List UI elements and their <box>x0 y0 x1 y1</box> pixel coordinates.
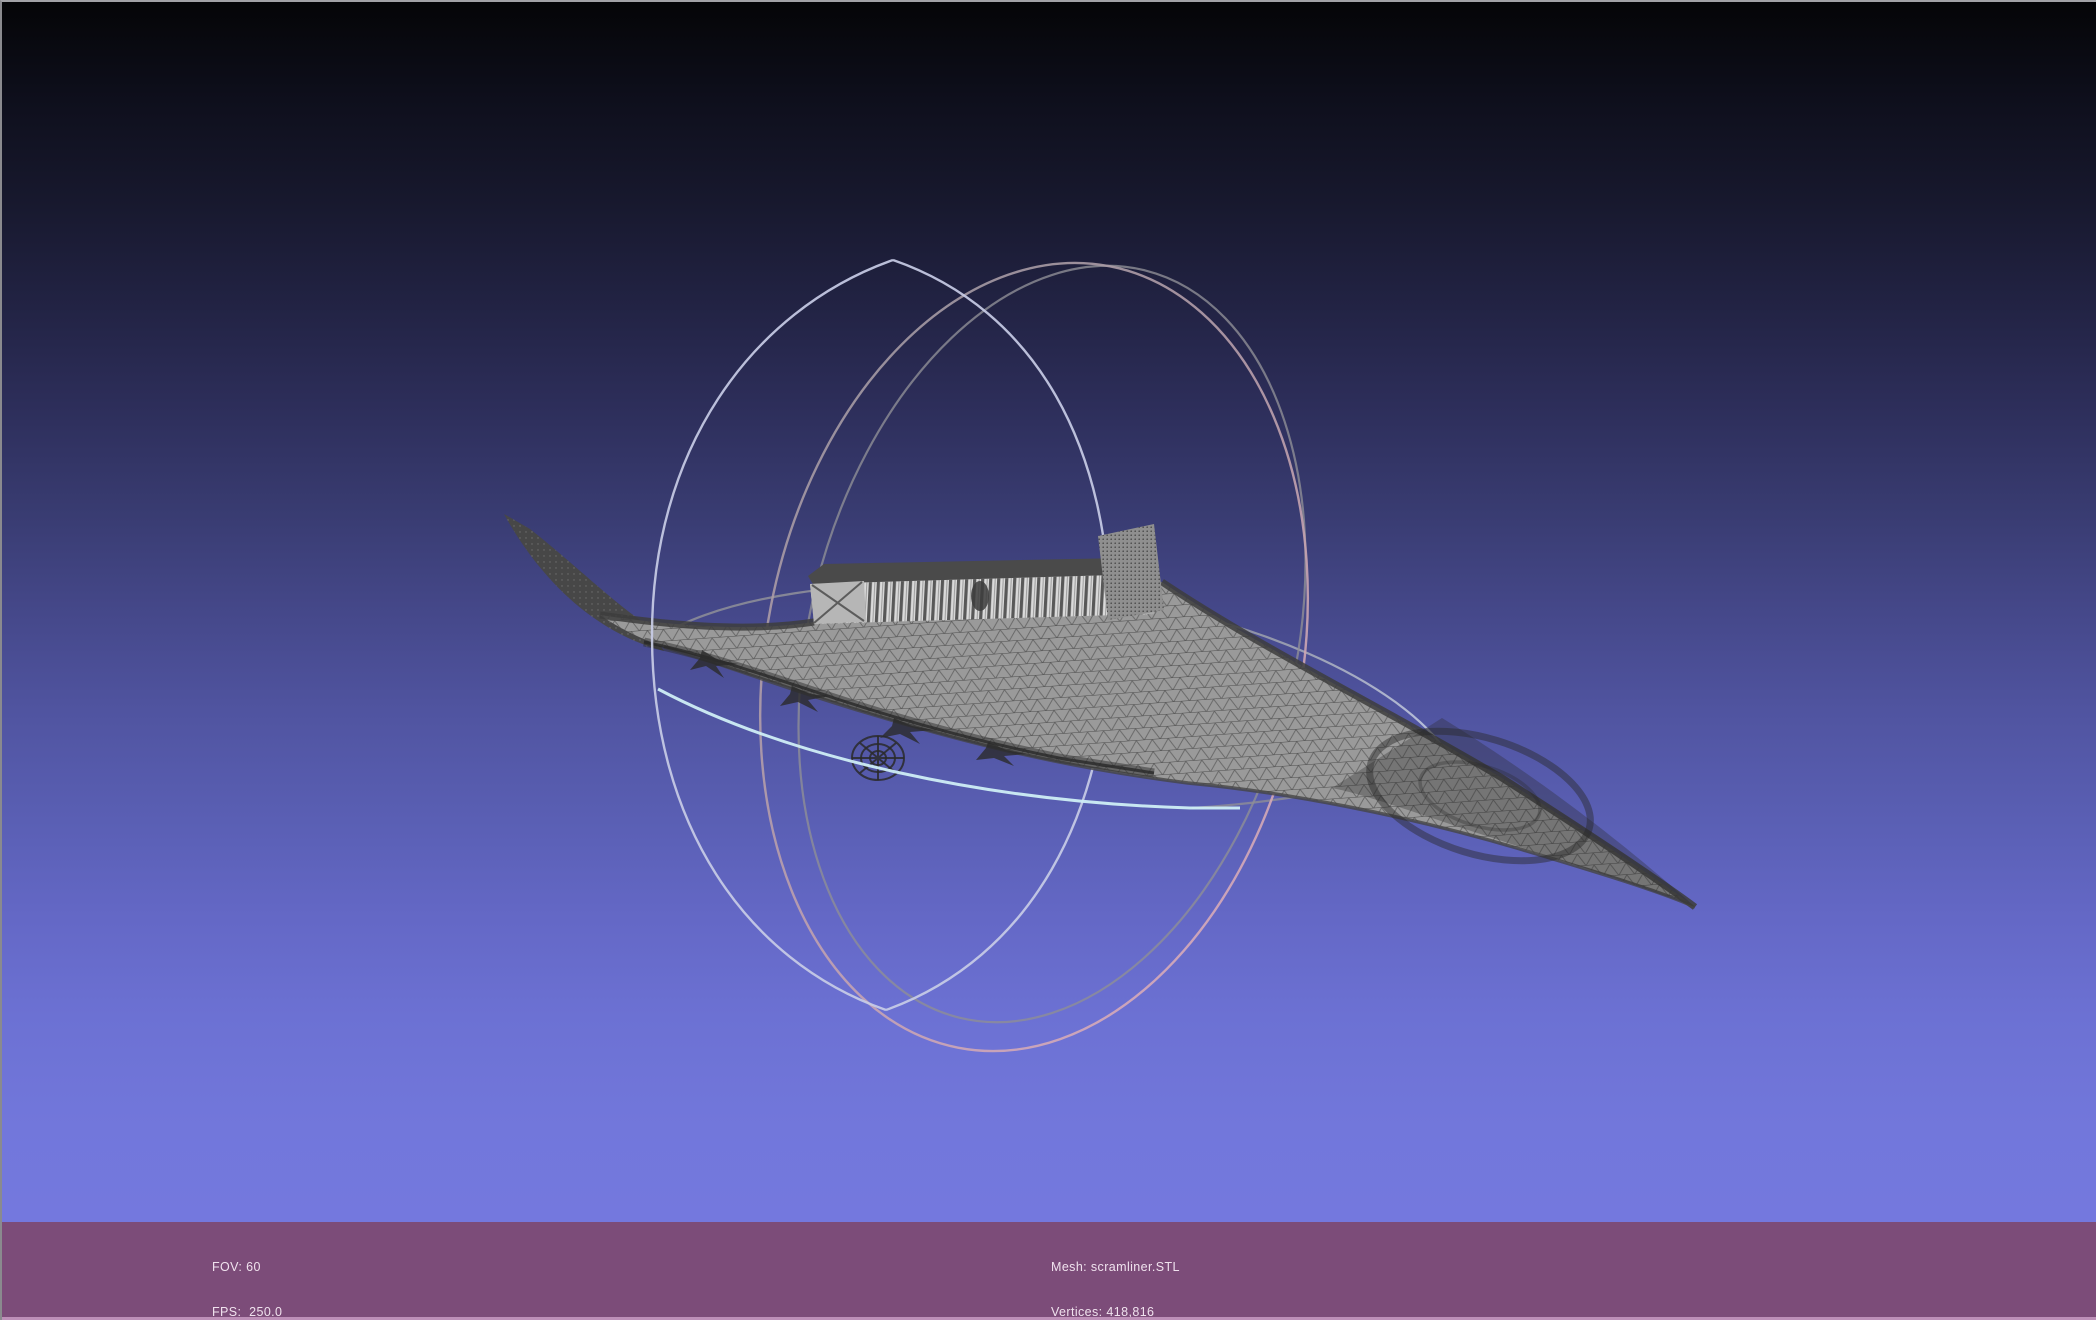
viewport-canvas <box>504 258 1698 1053</box>
mesh-model <box>504 514 1698 910</box>
application-window: FOV: 60 FPS: 250.0 BO_RENDERING Mesh: sc… <box>0 0 2096 1320</box>
cabin-center-detail <box>971 581 989 611</box>
3d-viewport[interactable] <box>2 2 2096 1224</box>
tail-fin <box>1098 524 1164 620</box>
hud-mesh-info-block: Mesh: scramliner.STL Vertices: 418,816 F… <box>1051 1230 1180 1320</box>
hud-left-block: FOV: 60 FPS: 250.0 BO_RENDERING <box>212 1230 317 1320</box>
fin-stipple <box>1098 524 1164 620</box>
hud-mesh-name: Mesh: scramliner.STL <box>1051 1260 1180 1274</box>
hud-fov: FOV: 60 <box>212 1260 261 1274</box>
status-bar: FOV: 60 FPS: 250.0 BO_RENDERING Mesh: sc… <box>2 1222 2096 1320</box>
